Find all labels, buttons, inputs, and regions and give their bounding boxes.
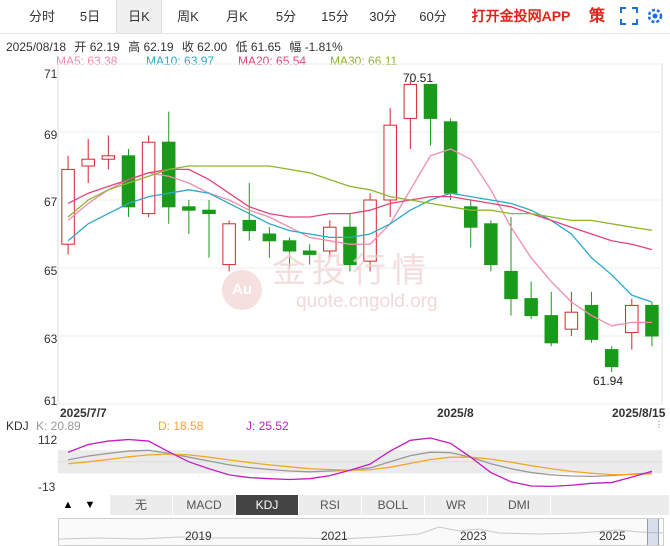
x-tick-aug: 2025/8 <box>437 406 474 420</box>
indicator-rsi[interactable]: RSI <box>299 495 362 515</box>
candle-body <box>544 315 559 344</box>
candle-body <box>222 223 236 266</box>
x-tick-end: 2025/8/15 <box>612 406 666 420</box>
candlestick-chart[interactable] <box>0 0 670 420</box>
high-annotation: 70.51 <box>403 71 434 85</box>
candle-body <box>524 298 538 317</box>
nav-year-2021: 2021 <box>321 529 348 543</box>
candle-body <box>242 219 257 232</box>
nav-year-2019: 2019 <box>185 529 212 543</box>
candle-body <box>161 141 176 208</box>
watermark-text-cn: 金投行情 <box>272 252 432 290</box>
candle-body <box>584 304 599 340</box>
watermark-logo: Au <box>222 270 262 310</box>
candle-body <box>625 304 639 334</box>
indicator-macd[interactable]: MACD <box>173 495 236 515</box>
indicator-boll[interactable]: BOLL <box>362 495 425 515</box>
candle-body <box>423 83 438 119</box>
candle-body <box>484 223 498 266</box>
ma20-line <box>67 168 653 251</box>
candle-body <box>61 168 75 245</box>
nav-year-2023: 2023 <box>460 529 487 543</box>
candle-body <box>604 349 619 368</box>
candle-body <box>383 124 397 201</box>
timeline-navigator[interactable]: 2019 2021 2023 2025 <box>58 518 664 546</box>
x-axis-marker: ⋮ <box>655 420 663 429</box>
indicator-kdj[interactable]: KDJ <box>236 495 299 515</box>
candle-body <box>645 304 659 337</box>
indicator-none[interactable]: 无 <box>110 495 173 515</box>
x-tick-start: 2025/7/7 <box>60 406 107 420</box>
candle-body <box>564 311 579 330</box>
navigator-window[interactable] <box>647 519 659 545</box>
watermark-text-en: quote.cngold.org <box>296 291 438 312</box>
indicator-dmi[interactable]: DMI <box>488 495 551 515</box>
indicator-wr[interactable]: WR <box>425 495 488 515</box>
ma30-line <box>67 165 653 231</box>
candle-body <box>101 155 116 160</box>
kdj-chart[interactable] <box>0 430 670 492</box>
candle-body <box>202 209 216 215</box>
candle-body <box>403 83 418 119</box>
indicator-bar: 无 MACD KDJ RSI BOLL WR DMI <box>58 495 670 515</box>
candle-body <box>262 233 277 242</box>
candle-body <box>182 206 196 211</box>
candle-body <box>443 121 458 194</box>
indicator-blank <box>551 495 670 515</box>
candle-body <box>81 158 95 167</box>
navigator-price-line <box>59 526 663 540</box>
low-annotation: 61.94 <box>593 374 624 388</box>
nav-year-2025: 2025 <box>599 529 626 543</box>
candle-body <box>504 270 518 300</box>
